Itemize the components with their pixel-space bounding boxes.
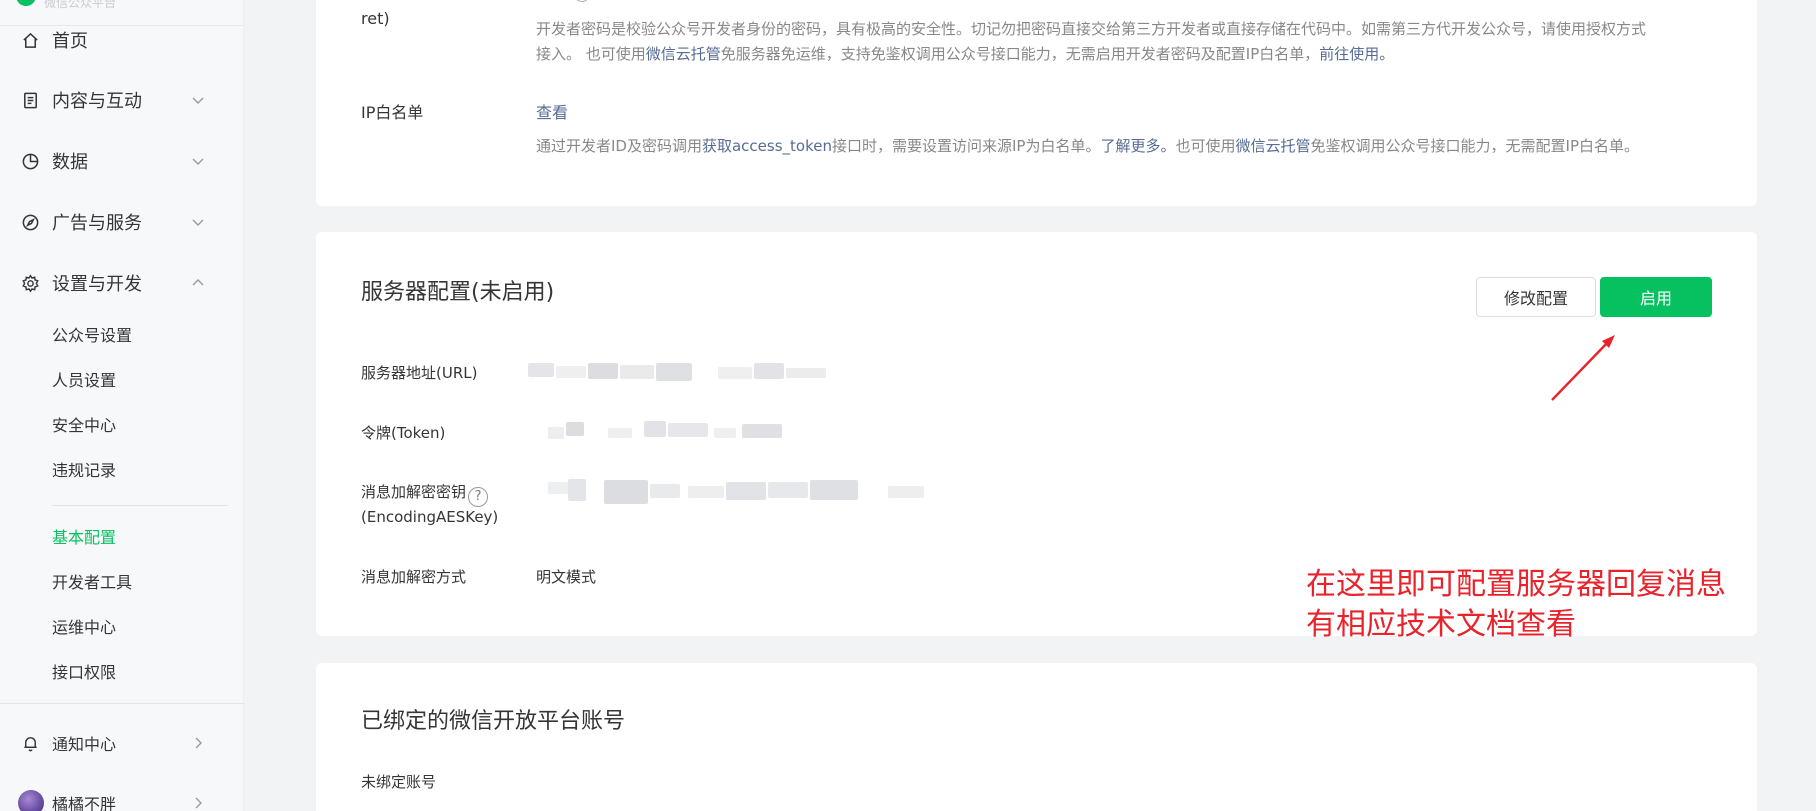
cloud-hosting-link[interactable]: 微信云托管 — [1236, 137, 1311, 155]
ip-whitelist-description: 通过开发者ID及密码调用获取access_token接口时，需要设置访问来源IP… — [536, 137, 1639, 155]
sidebar-divider — [0, 703, 244, 704]
account-name: 橘橘不胖 — [52, 795, 117, 811]
sidebar-item-violations[interactable]: 违规记录 — [52, 459, 116, 483]
wechat-logo-icon — [16, 0, 36, 6]
chevron-right-icon[interactable] — [190, 735, 206, 751]
sidebar-item-basic-config[interactable]: 基本配置 — [52, 526, 116, 550]
chevron-down-icon[interactable] — [190, 92, 206, 108]
sidebar-item-api-permissions[interactable]: 接口权限 — [52, 661, 116, 685]
access-token-link[interactable]: 获取access_token — [702, 137, 832, 155]
ip-whitelist-label: IP白名单 — [361, 103, 424, 122]
chevron-right-icon[interactable] — [190, 795, 206, 811]
aes-key-label-line2: (EncodingAESKey) — [361, 508, 499, 526]
nav-item-notifications[interactable]: 通知中心 — [0, 721, 244, 765]
ip-whitelist-view-link[interactable]: 查看 — [536, 101, 568, 125]
compass-icon — [20, 212, 40, 232]
server-url-label: 服务器地址(URL) — [361, 364, 478, 382]
nav-label: 数据 — [52, 152, 88, 173]
sidebar-item-staff-settings[interactable]: 人员设置 — [52, 369, 116, 393]
sidebar-divider — [52, 505, 228, 506]
enable-button[interactable]: 启用 — [1600, 277, 1712, 317]
sidebar: 微信公众平台 首页 内容与互动 数据 广告与服务 设置与开发 公众号设置 人员设… — [0, 0, 244, 811]
document-icon — [20, 90, 40, 110]
server-config-title: 服务器配置(未启用) — [361, 280, 555, 305]
nav-item-content[interactable]: 内容与互动 — [0, 78, 244, 122]
chevron-up-icon[interactable] — [190, 275, 206, 291]
secret-label-tail: ret) — [361, 9, 390, 28]
gear-icon — [20, 273, 40, 293]
chevron-down-icon[interactable] — [190, 153, 206, 169]
sidebar-item-dev-tools[interactable]: 开发者工具 — [52, 571, 132, 595]
home-icon — [20, 30, 40, 50]
annotation-arrow-icon — [1551, 335, 1615, 401]
developer-credentials-card: ret) 开发者密码是校验公众号开发者身份的密码，具有极高的安全性。切记勿把密码… — [316, 0, 1757, 206]
token-label: 令牌(Token) — [361, 424, 446, 442]
open-platform-status: 未绑定账号 — [361, 773, 437, 791]
go-use-link[interactable]: 前往使用。 — [1319, 45, 1394, 63]
nav-label: 通知中心 — [52, 735, 117, 754]
secret-description-line2: 接入。 也可使用微信云托管免服务器免运维，支持免鉴权调用公众号接口能力，无需启用… — [536, 45, 1395, 63]
encrypt-mode-label: 消息加解密方式 — [361, 568, 467, 586]
bell-icon — [20, 733, 40, 753]
learn-more-link[interactable]: 了解更多。 — [1100, 137, 1175, 155]
nav-item-home[interactable]: 首页 — [0, 18, 244, 62]
avatar[interactable] — [18, 790, 44, 811]
nav-item-data[interactable]: 数据 — [0, 139, 244, 183]
modify-config-button[interactable]: 修改配置 — [1476, 277, 1596, 317]
nav-item-ads[interactable]: 广告与服务 — [0, 200, 244, 244]
help-icon[interactable]: ? — [468, 487, 489, 507]
pie-chart-icon — [20, 151, 40, 171]
encrypt-mode-value: 明文模式 — [536, 568, 597, 586]
nav-label: 广告与服务 — [52, 213, 142, 234]
aes-key-label: 消息加解密密钥? — [361, 480, 489, 507]
annotation-line1: 在这里即可配置服务器回复消息 — [1306, 567, 1726, 602]
sidebar-item-security-center[interactable]: 安全中心 — [52, 414, 116, 438]
nav-item-settings[interactable]: 设置与开发 — [0, 261, 244, 305]
nav-label: 首页 — [52, 31, 88, 52]
open-platform-title: 已绑定的微信开放平台账号 — [361, 709, 626, 734]
secret-description: 开发者密码是校验公众号开发者身份的密码，具有极高的安全性。切记勿把密码直接交给第… — [536, 20, 1647, 38]
annotation-text: 在这里即可配置服务器回复消息 有相应技术文档查看 — [1306, 565, 1726, 645]
chevron-down-icon[interactable] — [190, 214, 206, 230]
nav-label: 设置与开发 — [52, 274, 142, 295]
cloud-hosting-link[interactable]: 微信云托管 — [646, 45, 721, 63]
annotation-line2: 有相应技术文档查看 — [1306, 607, 1576, 642]
nav-label: 内容与互动 — [52, 91, 142, 112]
logo-text: 微信公众平台 — [44, 0, 117, 10]
sidebar-item-ops-center[interactable]: 运维中心 — [52, 616, 116, 640]
open-platform-card: 已绑定的微信开放平台账号 未绑定账号 — [316, 663, 1757, 811]
sidebar-item-account-settings[interactable]: 公众号设置 — [52, 324, 132, 348]
help-icon[interactable] — [574, 0, 590, 2]
